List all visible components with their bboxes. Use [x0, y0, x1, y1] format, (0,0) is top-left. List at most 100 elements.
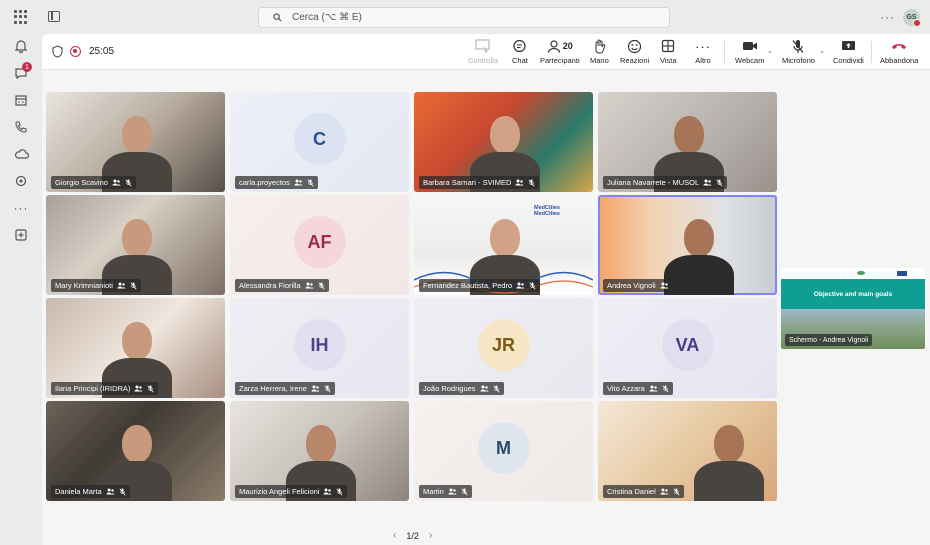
participant-tile[interactable]: Ccarla.proyectos — [230, 92, 409, 192]
more-apps-icon[interactable]: ··· — [13, 200, 29, 216]
participant-nametag: Daniela Marta — [51, 485, 130, 498]
participant-tile[interactable]: Maurizio Angeli Felicioni — [230, 401, 409, 501]
microfono-label: Microfono — [782, 56, 815, 65]
participant-name: Daniela Marta — [55, 487, 102, 496]
mic-muted-icon — [147, 385, 154, 393]
participant-tile[interactable]: Andrea Vignoli — [598, 195, 777, 295]
search-placeholder: Cerca (⌥ ⌘ E) — [292, 12, 362, 23]
share-owner-label: Schermo - Andrea Vignoli — [789, 336, 869, 344]
add-app-icon[interactable] — [13, 227, 29, 243]
participant-name: Barbara Sarnari - SVIMED — [423, 178, 512, 187]
altro-label: Altro — [695, 56, 711, 65]
chat-label: Chat — [512, 56, 528, 65]
participant-tile[interactable]: Mary Krimnianioti — [46, 195, 225, 295]
participant-tile[interactable]: Cristina Daniel — [598, 401, 777, 501]
participant-nametag: Maurizio Angeli Felicioni — [235, 485, 348, 498]
slide-logo-icon — [857, 271, 865, 275]
screen-control-icon — [475, 38, 491, 54]
search-bar[interactable]: Cerca (⌥ ⌘ E) — [258, 7, 670, 28]
activity-bell-icon[interactable] — [13, 38, 29, 54]
camera-icon — [742, 38, 758, 54]
participant-nametag: Martin — [419, 485, 472, 498]
webcam-options-chevron-icon[interactable]: ⌄ — [767, 47, 773, 55]
copilot-icon[interactable] — [13, 173, 29, 189]
participant-name: Cristina Daniel — [607, 487, 656, 496]
chat-rail-icon[interactable]: 1 — [13, 62, 32, 81]
participant-name: Zarza Herrera, Irene — [239, 384, 307, 393]
next-page-chevron-icon[interactable]: › — [429, 530, 432, 541]
participants-button[interactable]: 20 Partecipanti — [540, 38, 580, 66]
app-rail: 1 ··· — [0, 34, 42, 545]
abbandona-label: Abbandona — [880, 56, 919, 65]
calendar-icon[interactable] — [13, 92, 29, 108]
participant-tile[interactable]: Juliana Navarrete - MUSOL — [598, 92, 777, 192]
mic-muted-icon — [673, 488, 680, 496]
participant-tile[interactable]: JR João Rodrigues — [414, 298, 593, 398]
view-button[interactable]: Vista — [660, 38, 677, 66]
leave-button[interactable]: Abbandona — [880, 38, 918, 66]
participant-tile[interactable]: IH Zarza Herrera, Irene — [230, 298, 409, 398]
sidebar-toggle-icon[interactable] — [48, 11, 60, 22]
profile-initials: GS — [906, 14, 917, 21]
participant-name: Giorgio Scavino — [55, 178, 108, 187]
participant-nametag: João Rodrigues — [419, 382, 504, 395]
participant-tile[interactable]: Giorgio Scavino — [46, 92, 225, 192]
hand-icon — [593, 38, 606, 54]
mic-muted-icon — [307, 179, 314, 187]
calls-phone-icon[interactable] — [13, 119, 29, 135]
attendee-group-icon — [112, 179, 121, 186]
attendee-group-icon — [294, 179, 303, 186]
mic-muted-icon — [324, 385, 331, 393]
attendee-group-icon — [515, 179, 524, 186]
participant-tile[interactable]: VA Vito Azzara — [598, 298, 777, 398]
meeting-stage: 25:05 Controlla Chat 20 Partecipanti Man… — [42, 34, 930, 545]
raise-hand-button[interactable]: Mano — [590, 38, 609, 66]
mic-muted-icon — [529, 282, 536, 290]
participant-name: Fernandez Bautista, Pedro — [423, 281, 513, 290]
smiley-icon — [627, 38, 642, 54]
vista-label: Vista — [660, 56, 677, 65]
participant-tile[interactable]: M Martin — [414, 401, 593, 501]
participant-tile[interactable]: AF Alessandra Fiorilla — [230, 195, 409, 295]
reactions-button[interactable]: Reazioni — [620, 38, 649, 66]
mic-muted-icon — [791, 38, 805, 54]
controlla-button[interactable]: Controlla — [468, 38, 498, 66]
participant-initials-avatar: C — [293, 113, 346, 165]
ellipsis-icon: ··· — [695, 38, 711, 54]
grid-view-icon — [661, 38, 675, 54]
participant-tile[interactable]: Barbara Sarnari - SVIMED — [414, 92, 593, 192]
share-button[interactable]: Condividi — [833, 38, 864, 66]
participant-nametag: Alessandra Fiorilla — [235, 279, 329, 292]
reazioni-label: Reazioni — [620, 56, 650, 65]
shared-screen-preview[interactable]: Objective and main goals Schermo - Andre… — [781, 268, 925, 349]
participant-nametag: Mary Krimnianioti — [51, 279, 141, 292]
participant-name: Andrea Vignoli — [607, 281, 656, 290]
attendee-group-icon — [134, 385, 143, 392]
mic-muted-icon — [318, 282, 325, 290]
more-options-icon[interactable]: ··· — [880, 10, 895, 24]
prev-page-chevron-icon[interactable]: ‹ — [393, 530, 396, 541]
participant-initials-avatar: IH — [293, 319, 346, 371]
participant-tile[interactable]: MedCities MedCities Fernandez Bautista, Pe… — [414, 195, 593, 295]
mic-options-chevron-icon[interactable]: ⌄ — [819, 47, 825, 55]
medcities-logo: MedCities MedCities — [534, 205, 560, 217]
app-launcher-icon[interactable] — [14, 10, 28, 24]
microphone-button[interactable]: Microfono — [782, 38, 815, 66]
meeting-toolbar: 25:05 Controlla Chat 20 Partecipanti Man… — [42, 34, 930, 70]
shield-icon[interactable] — [52, 45, 63, 58]
profile-avatar[interactable]: GS — [903, 9, 921, 27]
participant-tile[interactable]: Ilaria Principi (IRIDRA) — [46, 298, 225, 398]
search-icon — [273, 13, 282, 22]
participant-nametag: Fernandez Bautista, Pedro — [419, 279, 541, 292]
participant-tile[interactable]: Daniela Marta — [46, 401, 225, 501]
share-screen-icon — [841, 38, 856, 54]
more-actions-button[interactable]: ··· Altro — [695, 38, 711, 66]
attendee-group-icon — [323, 488, 332, 495]
webcam-button[interactable]: Webcam — [735, 38, 764, 66]
controlla-label: Controlla — [468, 56, 499, 65]
participant-initials-avatar: JR — [477, 319, 530, 371]
chat-button[interactable]: Chat — [512, 38, 528, 66]
mano-label: Mano — [590, 56, 609, 65]
attendee-group-icon — [703, 179, 712, 186]
onedrive-cloud-icon[interactable] — [13, 146, 29, 162]
